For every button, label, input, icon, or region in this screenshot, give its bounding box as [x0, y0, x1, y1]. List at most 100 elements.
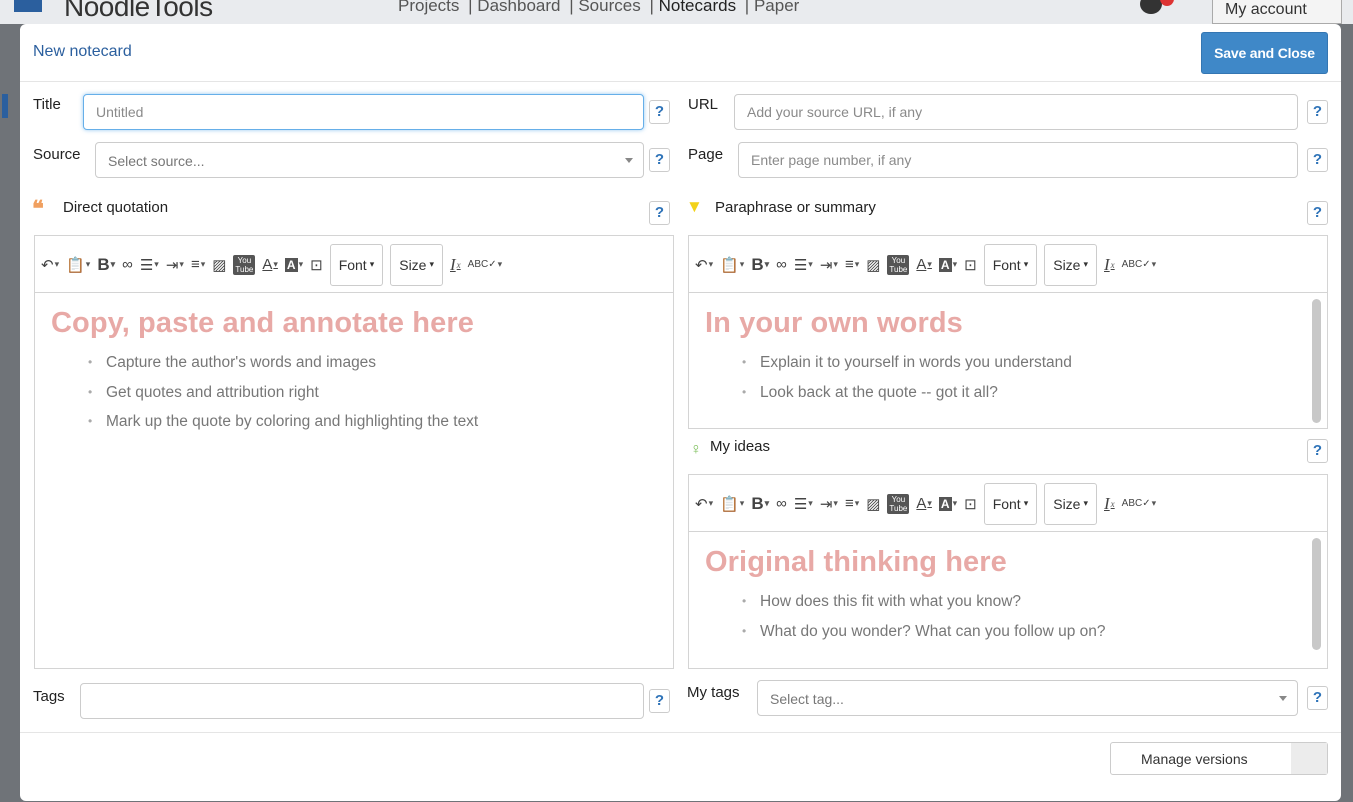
page-label: Page: [688, 146, 724, 163]
title-input[interactable]: [83, 94, 644, 130]
source-code-icon[interactable]: ⊡: [310, 256, 323, 274]
youtube-icon[interactable]: You Tube: [233, 254, 256, 275]
size-dropdown[interactable]: Size ▾: [1044, 482, 1097, 525]
bold-icon[interactable]: B ▾: [751, 494, 769, 514]
youtube-icon[interactable]: You Tube: [887, 254, 910, 275]
my-tags-select[interactable]: Select tag...: [757, 680, 1298, 716]
nav-sources[interactable]: Sources: [578, 0, 640, 15]
size-dropdown[interactable]: Size ▾: [390, 243, 443, 286]
list-item: Look back at the quote -- got it all?: [742, 378, 1327, 408]
url-help-button[interactable]: ?: [1307, 100, 1328, 124]
page-input[interactable]: [738, 142, 1298, 178]
clear-format-icon[interactable]: Ix: [450, 255, 461, 275]
my-tags-help-button[interactable]: ?: [1307, 686, 1328, 710]
ideas-content[interactable]: Original thinking here How does this fit…: [689, 532, 1327, 668]
link-icon[interactable]: ∞: [776, 256, 787, 273]
paste-icon[interactable]: 📋 ▾: [66, 256, 90, 274]
quotation-bullets: Capture the author's words and images Ge…: [51, 348, 673, 437]
numbered-list-icon[interactable]: ☰ ▾: [794, 256, 813, 274]
numbered-list-icon[interactable]: ☰ ▾: [794, 495, 813, 513]
indent-icon[interactable]: ⇥ ▾: [166, 256, 184, 274]
ideas-help-button[interactable]: ?: [1307, 439, 1328, 463]
paraphrase-content[interactable]: In your own words Explain it to yourself…: [689, 293, 1327, 428]
manage-versions-toggle: [1291, 743, 1327, 774]
size-dropdown[interactable]: Size ▾: [1044, 243, 1097, 286]
font-dropdown[interactable]: Font ▾: [983, 243, 1038, 286]
app-logo-icon: [14, 0, 42, 12]
chevron-down-icon: [625, 158, 633, 163]
nav-paper[interactable]: Paper: [754, 0, 799, 15]
source-code-icon[interactable]: ⊡: [964, 495, 977, 513]
undo-icon[interactable]: ↶ ▾: [41, 256, 59, 274]
paste-icon[interactable]: 📋 ▾: [720, 256, 744, 274]
tags-label: Tags: [33, 688, 65, 705]
direct-quotation-label: Direct quotation: [63, 199, 169, 216]
text-color-icon[interactable]: A ▾: [262, 256, 278, 273]
highlight-icon[interactable]: A ▾: [938, 257, 957, 272]
funnel-icon: ▼: [686, 197, 703, 216]
nav-dashboard[interactable]: Dashboard: [477, 0, 560, 15]
paraphrase-editor: ↶ ▾ 📋 ▾ B ▾ ∞ ☰ ▾ ⇥ ▾ ≡ ▾ ▨ You Tube A ▾ A ▾ ⊡ Fo…: [688, 235, 1328, 429]
spellcheck-icon[interactable]: ABC✓ ▾: [1122, 259, 1156, 270]
link-icon[interactable]: ∞: [776, 495, 787, 512]
url-input[interactable]: [734, 94, 1298, 130]
title-help-button[interactable]: ?: [649, 100, 670, 124]
title-label: Title: [33, 96, 61, 113]
ideas-toolbar: ↶ ▾ 📋 ▾ B ▾ ∞ ☰ ▾ ⇥ ▾ ≡ ▾ ▨ You Tube A ▾ A ▾ ⊡ Fo…: [689, 475, 1327, 532]
tags-input[interactable]: [80, 683, 644, 719]
clear-format-icon[interactable]: Ix: [1104, 255, 1115, 275]
align-icon[interactable]: ≡ ▾: [845, 256, 859, 273]
bold-icon[interactable]: B ▾: [751, 255, 769, 275]
bold-icon[interactable]: B ▾: [97, 255, 115, 275]
list-item: How does this fit with what you know?: [742, 587, 1327, 617]
manage-versions-button[interactable]: Manage versions: [1110, 742, 1328, 775]
paste-icon[interactable]: 📋 ▾: [720, 495, 744, 513]
indent-icon[interactable]: ⇥ ▾: [820, 256, 838, 274]
text-color-icon[interactable]: A ▾: [916, 495, 932, 512]
list-item: Mark up the quote by coloring and highli…: [88, 407, 673, 437]
nav-projects[interactable]: Projects: [398, 0, 459, 15]
ideas-scrollbar[interactable]: [1307, 532, 1327, 668]
notecard-modal: New notecard Save and Close Title ? URL …: [20, 24, 1341, 801]
paraphrase-heading: In your own words: [705, 307, 963, 339]
align-icon[interactable]: ≡ ▾: [845, 495, 859, 512]
source-code-icon[interactable]: ⊡: [964, 256, 977, 274]
paraphrase-help-button[interactable]: ?: [1307, 201, 1328, 225]
spellcheck-icon[interactable]: ABC✓ ▾: [1122, 498, 1156, 509]
align-icon[interactable]: ≡ ▾: [191, 256, 205, 273]
quotation-editor: ↶ ▾ 📋 ▾ B ▾ ∞ ☰ ▾ ⇥ ▾ ≡ ▾ ▨ You Tube A ▾ A ▾ ⊡ Fo…: [34, 235, 674, 669]
nav-notecards[interactable]: Notecards: [659, 0, 736, 15]
source-help-button[interactable]: ?: [649, 148, 670, 172]
source-select[interactable]: Select source...: [95, 142, 644, 178]
page-help-button[interactable]: ?: [1307, 148, 1328, 172]
save-and-close-button[interactable]: Save and Close: [1201, 32, 1328, 74]
highlight-icon[interactable]: A ▾: [284, 257, 303, 272]
undo-icon[interactable]: ↶ ▾: [695, 256, 713, 274]
chevron-down-icon: [1279, 696, 1287, 701]
quotation-content[interactable]: Copy, paste and annotate here Capture th…: [35, 293, 673, 668]
notification-avatar[interactable]: [1140, 0, 1162, 14]
account-menu[interactable]: My account: [1212, 0, 1342, 24]
numbered-list-icon[interactable]: ☰ ▾: [140, 256, 159, 274]
sidebar-marker: [2, 94, 8, 118]
tags-help-button[interactable]: ?: [649, 689, 670, 713]
highlight-icon[interactable]: A ▾: [938, 496, 957, 511]
scrollbar-thumb[interactable]: [1312, 299, 1321, 423]
scrollbar-thumb[interactable]: [1312, 538, 1321, 650]
modal-header: New notecard Save and Close: [20, 24, 1341, 82]
image-icon[interactable]: ▨: [212, 256, 226, 274]
spellcheck-icon[interactable]: ABC✓ ▾: [468, 259, 502, 270]
image-icon[interactable]: ▨: [866, 495, 880, 513]
clear-format-icon[interactable]: Ix: [1104, 494, 1115, 514]
youtube-icon[interactable]: You Tube: [887, 493, 910, 514]
font-dropdown[interactable]: Font ▾: [329, 243, 384, 286]
text-color-icon[interactable]: A ▾: [916, 256, 932, 273]
indent-icon[interactable]: ⇥ ▾: [820, 495, 838, 513]
undo-icon[interactable]: ↶ ▾: [695, 495, 713, 513]
quotation-help-button[interactable]: ?: [649, 201, 670, 225]
toolbar-row: ↶ ▾ 📋 ▾ B ▾ ∞ ☰ ▾ ⇥ ▾ ≡ ▾ ▨ You Tube A ▾ A ▾ ⊡ Fo…: [689, 236, 1163, 293]
paraphrase-scrollbar[interactable]: [1307, 293, 1327, 428]
link-icon[interactable]: ∞: [122, 256, 133, 273]
font-dropdown[interactable]: Font ▾: [983, 482, 1038, 525]
image-icon[interactable]: ▨: [866, 256, 880, 274]
